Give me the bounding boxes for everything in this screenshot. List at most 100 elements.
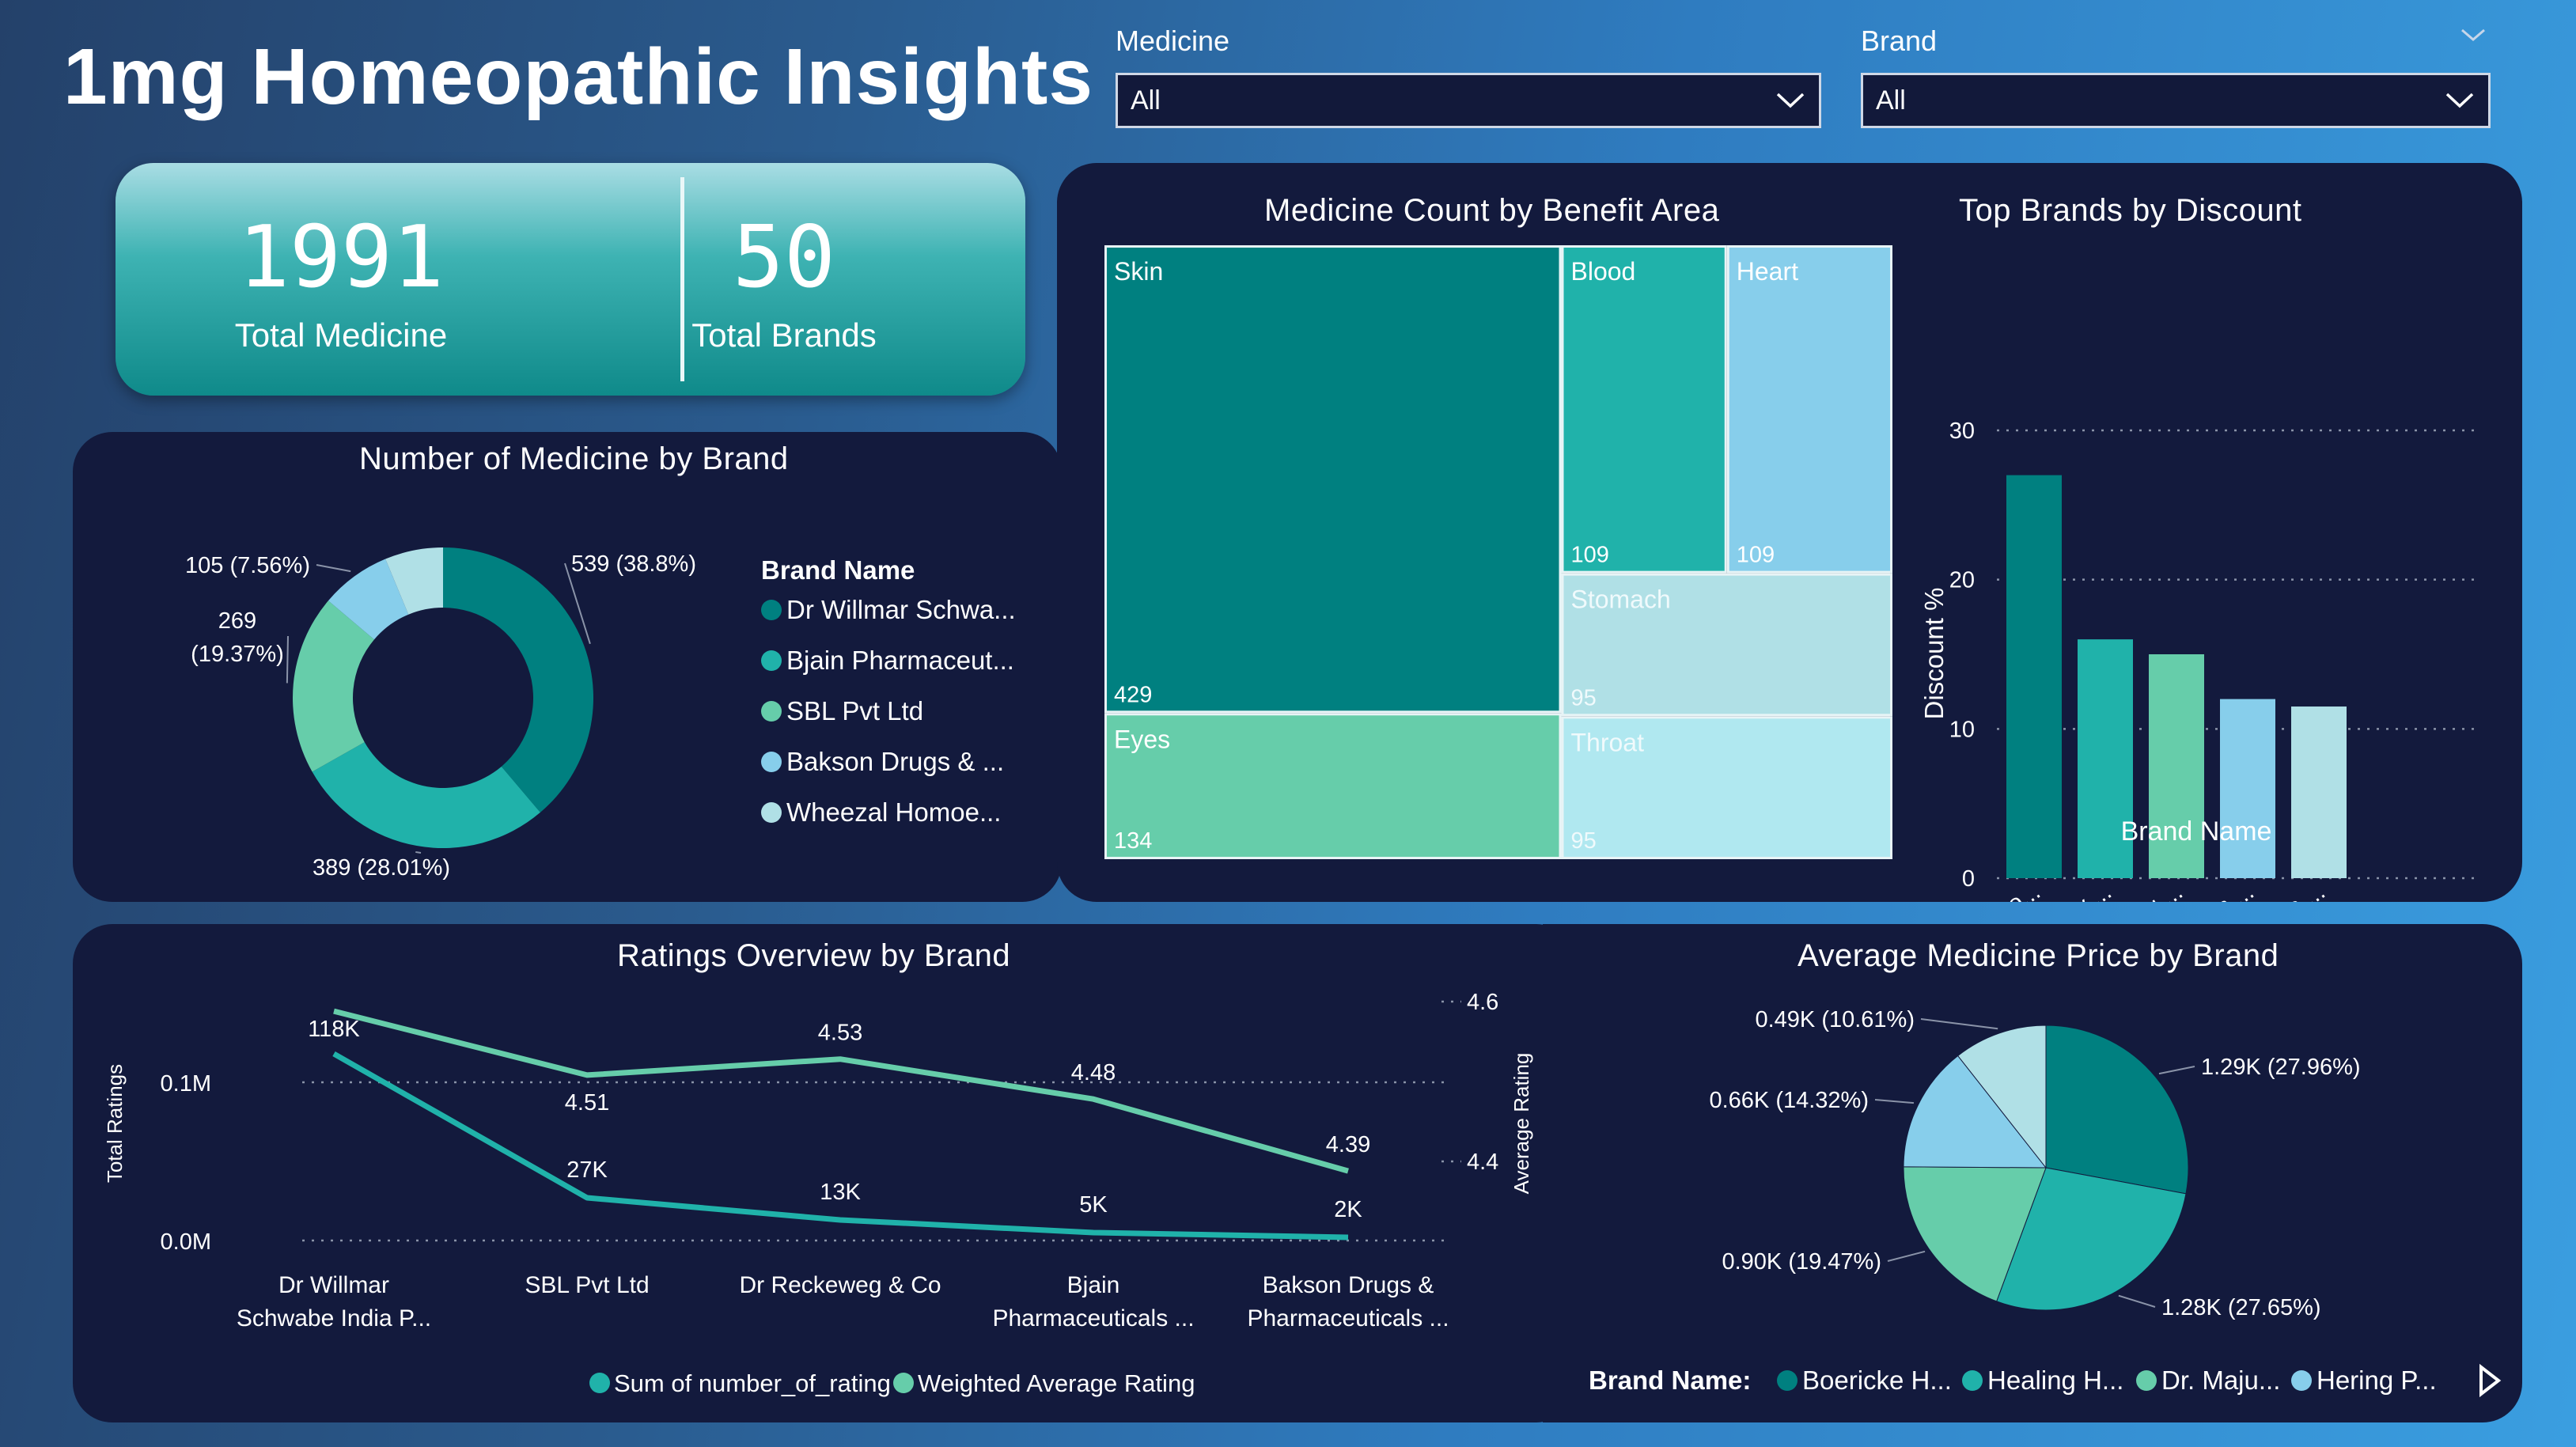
treemap-tile-label: Blood xyxy=(1570,257,1635,286)
donut-slice[interactable] xyxy=(443,547,593,813)
line-data-label: 2K xyxy=(1334,1197,1362,1222)
pie-legend-item[interactable]: Boericke H... xyxy=(1777,1366,1952,1396)
pie-legend-label: Healing H... xyxy=(1987,1366,2124,1395)
bar-y-tick-label: 10 xyxy=(1949,717,1975,742)
pie-data-label: 0.90K (19.47%) xyxy=(1722,1249,1881,1275)
bar-mark[interactable] xyxy=(2220,699,2275,878)
treemap-tile-value: 95 xyxy=(1570,685,1596,710)
bar-y-tick-label: 20 xyxy=(1949,568,1975,593)
kpi-total-brands-value: 50 xyxy=(732,208,836,307)
legend-dot-icon xyxy=(893,1373,914,1393)
pie-chart[interactable]: 1.29K (27.96%) 1.28K (27.65%) 0.90K (19.47… xyxy=(1543,924,2522,1422)
donut-data-label: (19.37%) xyxy=(191,642,284,667)
line-x-tick-label: SBL Pvt Ltd xyxy=(525,1272,649,1298)
chevron-down-icon xyxy=(2445,93,2474,108)
line-data-label: 118K xyxy=(308,1017,360,1042)
donut-data-label: 539 (38.8%) xyxy=(571,551,696,577)
bar-mark[interactable] xyxy=(2006,475,2062,878)
line-y-axis-title: Total Ratings xyxy=(103,1064,127,1183)
medicine-dropdown-value: All xyxy=(1131,85,1161,116)
pie-data-label: 0.66K (14.32%) xyxy=(1709,1088,1869,1113)
line-y2-tick-label: 4.4 xyxy=(1467,1150,1498,1175)
donut-legend-item[interactable]: Bakson Drugs & ... xyxy=(761,747,1004,777)
pie-legend-item[interactable]: Hering P... xyxy=(2291,1366,2437,1396)
kpi-total-medicine-label: Total Medicine xyxy=(234,316,448,354)
pie-legend-label: Boericke H... xyxy=(1802,1366,1952,1395)
line-data-label: 4.48 xyxy=(1071,1060,1116,1085)
slicer-options-chevron-icon[interactable] xyxy=(2459,25,2487,44)
treemap-tile-value: 134 xyxy=(1114,828,1152,854)
line-x-tick-label: Pharmaceuticals ... xyxy=(992,1305,1194,1331)
kpi-total-medicine: 1991 Total Medicine xyxy=(116,163,566,396)
legend-dot-icon xyxy=(761,650,782,671)
kpi-total-brands-label: Total Brands xyxy=(691,316,877,354)
bar-mark[interactable] xyxy=(2291,706,2347,878)
donut-legend-item[interactable]: Bjain Pharmaceut... xyxy=(761,646,1014,676)
medicine-slicer-label: Medicine xyxy=(1116,25,1230,57)
pie-legend-title: Brand Name: xyxy=(1589,1366,1752,1395)
treemap-tile-label: Eyes xyxy=(1114,725,1170,753)
pie-leader-line xyxy=(1874,1099,1915,1104)
line-legend-label[interactable]: Sum of number_of_rating xyxy=(614,1369,891,1397)
donut-slice[interactable] xyxy=(312,742,540,848)
treemap-tile-label: Stomach xyxy=(1570,585,1670,614)
brand-dropdown[interactable]: All xyxy=(1861,73,2491,128)
kpi-card: 1991 Total Medicine 50 Total Brands xyxy=(116,163,1025,396)
treemap-chart[interactable]: Skin 429 Blood 109 Heart 109 Stomach 95 Eyes 134 T… xyxy=(1104,245,1896,878)
donut-leader-line xyxy=(316,564,351,573)
line-x-tick-label: Pharmaceuticals ... xyxy=(1247,1305,1449,1331)
line-chart[interactable]: 0.0M 0.1M 4.4 4.6 Total Ratings Average Ratin… xyxy=(73,924,1576,1422)
pie-legend-label: Dr. Maju... xyxy=(2161,1366,2281,1395)
legend-dot-icon xyxy=(761,802,782,823)
donut-legend-item[interactable]: Dr Willmar Schwa... xyxy=(761,595,1016,625)
pie-legend-item[interactable]: Healing H... xyxy=(1962,1366,2123,1396)
treemap-tile[interactable] xyxy=(1561,245,1727,574)
brand-slicer[interactable]: Brand All xyxy=(1861,24,2491,128)
chevron-down-icon xyxy=(1776,93,1805,108)
donut-legend-item[interactable]: SBL Pvt Ltd xyxy=(761,696,923,726)
line-data-label: 4.51 xyxy=(565,1090,609,1116)
line-y2-axis-title: Average Rating xyxy=(1510,1053,1533,1195)
bar-y-axis-title: Discount % xyxy=(1919,588,1949,720)
legend-dot-icon xyxy=(2136,1370,2157,1391)
donut-legend-label: Bjain Pharmaceut... xyxy=(786,646,1014,675)
donut-legend-label: Bakson Drugs & ... xyxy=(786,747,1005,776)
price-pie-panel: Average Medicine Price by Brand 1.29K (2… xyxy=(1543,924,2522,1422)
legend-dot-icon xyxy=(1962,1370,1983,1391)
pie-leader-line xyxy=(2118,1294,2156,1308)
bar-chart[interactable]: 0102030Rxhomeo...Sett Dey ...Healing ...… xyxy=(1911,245,2513,902)
brand-donut-panel: Number of Medicine by Brand 539 (38.8%) 3… xyxy=(73,432,1062,902)
bar-x-tick-label: Rxhomeo... xyxy=(1928,878,2045,902)
treemap-tile[interactable] xyxy=(1104,245,1562,714)
treemap-tile-label: Heart xyxy=(1737,257,1798,286)
medicine-slicer[interactable]: Medicine All xyxy=(1116,24,1821,128)
legend-dot-icon xyxy=(589,1373,610,1393)
line-legend-label[interactable]: Weighted Average Rating xyxy=(918,1369,1195,1397)
treemap-tile[interactable] xyxy=(1726,245,1892,574)
brand-slicer-label: Brand xyxy=(1861,25,1938,57)
medicine-dropdown[interactable]: All xyxy=(1116,73,1821,128)
treemap-tile-label: Throat xyxy=(1570,728,1644,756)
kpi-total-brands: 50 Total Brands xyxy=(559,163,1010,396)
pie-leader-line xyxy=(1920,1018,1998,1030)
line-data-label: 27K xyxy=(566,1157,608,1183)
pie-data-label: 0.49K (10.61%) xyxy=(1755,1007,1915,1032)
legend-dot-icon xyxy=(761,701,782,722)
legend-dot-icon xyxy=(761,752,782,772)
donut-data-label: 269 xyxy=(218,608,256,634)
donut-legend-item[interactable]: Wheezal Homoe... xyxy=(761,797,1001,828)
line-x-tick-label: Bjain xyxy=(1067,1272,1120,1298)
legend-dot-icon xyxy=(761,600,782,620)
legend-dot-icon xyxy=(2291,1370,2312,1391)
pie-legend-item[interactable]: Dr. Maju... xyxy=(2136,1366,2280,1396)
pie-legend-label: Hering P... xyxy=(2317,1366,2437,1395)
treemap-tile-label: Skin xyxy=(1114,257,1163,286)
pie-data-label: 1.29K (27.96%) xyxy=(2201,1055,2361,1080)
pie-data-label: 1.28K (27.65%) xyxy=(2161,1295,2321,1320)
bar-y-tick-label: 30 xyxy=(1949,419,1975,444)
treemap-tile[interactable] xyxy=(1104,713,1562,859)
legend-next-arrow-icon[interactable] xyxy=(2476,1362,2503,1399)
treemap-tile-value: 429 xyxy=(1114,682,1152,707)
donut-legend-label: Dr Willmar Schwa... xyxy=(786,595,1016,624)
pie-slice[interactable] xyxy=(2045,1025,2189,1195)
